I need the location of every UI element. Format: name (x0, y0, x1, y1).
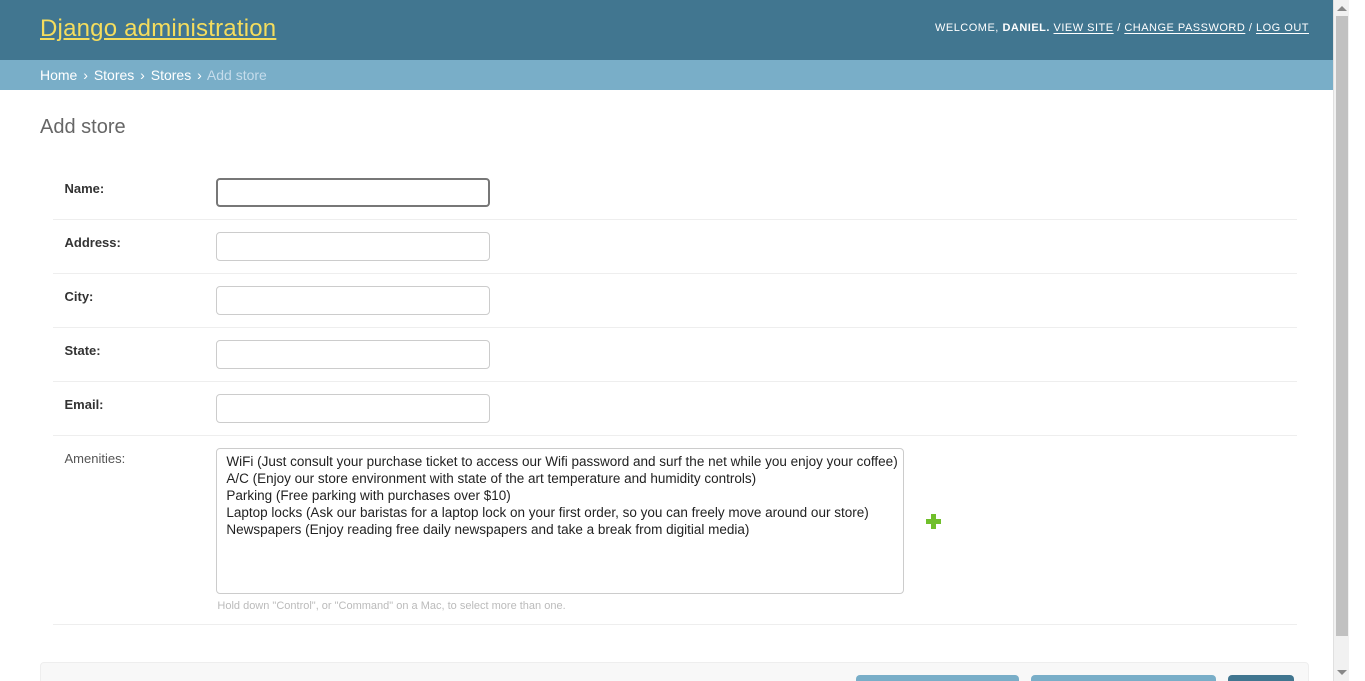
admin-page: Django administration WELCOME, DANIEL. V… (0, 0, 1349, 681)
form-row-amenities: Amenities: WiFi (Just consult your purch… (52, 436, 1297, 625)
address-label: Address: (64, 234, 121, 250)
scrollbar-thumb[interactable] (1336, 16, 1348, 636)
scroll-up-arrow-icon[interactable] (1337, 6, 1347, 11)
breadcrumb-separator: › (140, 67, 145, 83)
state-label: State: (64, 342, 101, 358)
amenities-option[interactable]: Parking (Free parking with purchases ove… (224, 487, 901, 504)
amenities-option[interactable]: A/C (Enjoy our store environment with st… (224, 470, 901, 487)
breadcrumb-item-current: Add store (206, 67, 267, 83)
breadcrumb-item-app-stores[interactable]: Stores (94, 67, 134, 83)
form-row-city: City: (52, 274, 1297, 328)
amenities-option[interactable]: Newspapers (Enjoy reading free daily new… (224, 521, 901, 538)
welcome-label: WELCOME, (934, 22, 999, 34)
browser-scrollbar[interactable] (1333, 0, 1349, 681)
email-input[interactable] (216, 393, 491, 423)
view-site-link[interactable]: VIEW SITE (1054, 22, 1114, 34)
amenities-select-wrap: WiFi (Just consult your purchase ticket … (216, 447, 905, 612)
form-row-state: State: (52, 328, 1297, 382)
username-label: DANIEL. (1002, 22, 1050, 34)
user-tools: WELCOME, DANIEL. VIEW SITE / CHANGE PASS… (935, 22, 1309, 34)
name-label: Name: (64, 180, 105, 196)
form-row-name: Name: (52, 166, 1297, 220)
branding: Django administration (40, 14, 276, 44)
form-row-email: Email: (52, 382, 1297, 436)
scroll-down-arrow-icon[interactable] (1337, 670, 1347, 675)
amenities-option[interactable]: Laptop locks (Ask our baristas for a lap… (224, 504, 901, 521)
name-input[interactable] (216, 177, 491, 207)
breadcrumb-separator: › (83, 67, 88, 83)
breadcrumb: Home › Stores › Stores › Add store (0, 60, 1349, 90)
breadcrumb-item-home[interactable]: Home (40, 67, 77, 83)
city-label: City: (64, 288, 94, 304)
amenities-label: Amenities: (64, 450, 126, 466)
submit-row: Save and add another Save and continue e… (40, 661, 1309, 681)
breadcrumb-item-model-stores[interactable]: Stores (151, 67, 191, 83)
save-button[interactable]: SAVE (1227, 674, 1294, 681)
user-tools-separator-1: / (1117, 22, 1121, 34)
save-and-continue-editing-button[interactable]: Save and continue editing (1030, 674, 1216, 681)
breadcrumb-separator: › (197, 67, 202, 83)
user-tools-separator-2: / (1248, 22, 1253, 34)
email-label: Email: (64, 396, 104, 412)
address-input[interactable] (216, 231, 491, 261)
plus-icon (926, 513, 942, 529)
amenities-select[interactable]: WiFi (Just consult your purchase ticket … (216, 447, 905, 594)
amenities-option[interactable]: WiFi (Just consult your purchase ticket … (224, 453, 901, 470)
city-input[interactable] (216, 285, 491, 315)
add-amenity-button[interactable] (926, 513, 942, 529)
form-fieldset: Name: Address: City: State: Email: Ameni… (42, 161, 1307, 634)
form-row-address: Address: (52, 220, 1297, 274)
site-title-link[interactable]: Django administration (40, 15, 276, 42)
log-out-link[interactable]: LOG OUT (1256, 22, 1309, 34)
change-password-link[interactable]: CHANGE PASSWORD (1124, 22, 1245, 34)
add-store-form: Name: Address: City: State: Email: Ameni… (40, 161, 1309, 681)
page-title: Add store (40, 116, 126, 138)
site-header: Django administration WELCOME, DANIEL. V… (0, 0, 1349, 60)
main-content: Add store Name: Address: City: State: Em… (0, 90, 1349, 681)
save-and-add-another-button[interactable]: Save and add another (855, 674, 1019, 681)
state-input[interactable] (216, 339, 491, 369)
amenities-help-text: Hold down "Control", or "Command" on a M… (217, 599, 566, 612)
